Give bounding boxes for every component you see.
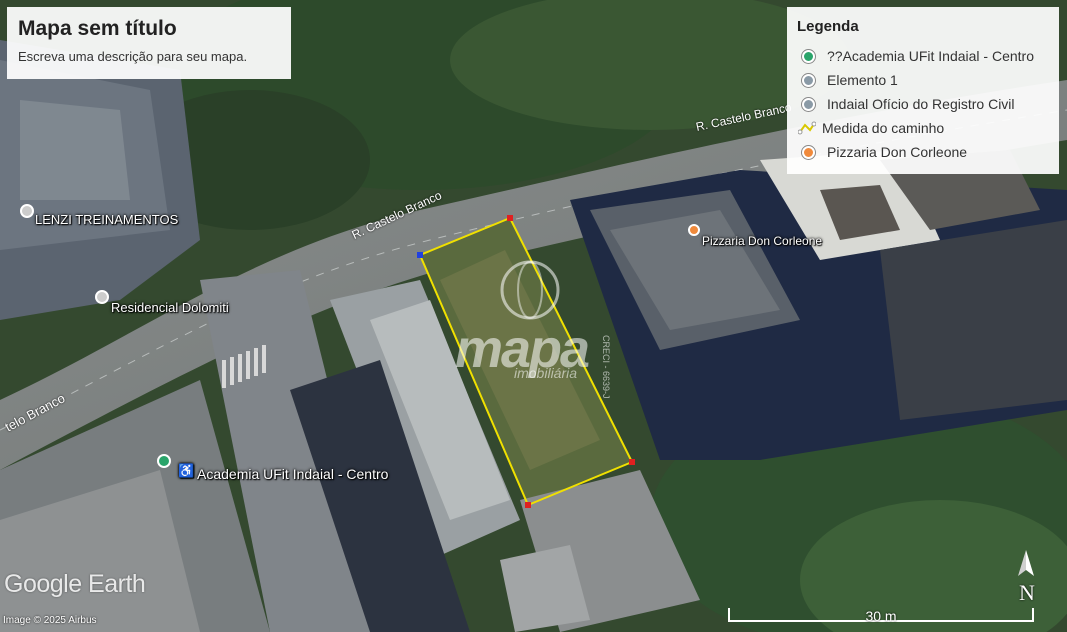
scale-bar: 30 m xyxy=(728,608,1036,624)
map-description: Escreva uma descrição para seu mapa. xyxy=(18,49,248,64)
legend-item-label: Medida do caminho xyxy=(822,120,945,136)
compass-label: N xyxy=(1019,580,1035,605)
north-arrow-icon xyxy=(1018,550,1034,576)
pin-icon xyxy=(802,49,815,63)
scale-label: 30 m xyxy=(865,608,897,624)
pin-icon xyxy=(802,145,815,159)
place-label-academia[interactable]: Academia UFit Indaial - Centro xyxy=(197,466,388,482)
pin-icon xyxy=(802,73,815,87)
pin-icon[interactable] xyxy=(688,224,700,236)
map-title-panel[interactable]: Mapa sem título Escreva uma descrição pa… xyxy=(7,7,291,79)
place-label-pizzaria[interactable]: Pizzaria Don Corleone xyxy=(702,234,822,248)
legend-title: Legenda xyxy=(797,18,859,35)
compass[interactable]: N xyxy=(1014,548,1038,606)
legend-item-label: ??Academia UFit Indaial - Centro xyxy=(827,48,1034,64)
legend-item-label: Pizzaria Don Corleone xyxy=(827,144,968,160)
legend-item-medida[interactable]: Medida do caminho xyxy=(797,116,1049,140)
legend-item-pizzaria[interactable]: Pizzaria Don Corleone xyxy=(797,140,1049,164)
place-label-dolomiti[interactable]: Residencial Dolomiti xyxy=(111,300,229,315)
legend-panel: Legenda ??Academia UFit Indaial - Centro… xyxy=(787,7,1059,174)
watermark-side-text: CRECI - 6639-J xyxy=(601,335,611,399)
wheelchair-icon: ♿ xyxy=(178,463,195,478)
map-title: Mapa sem título xyxy=(18,17,177,40)
pin-icon xyxy=(802,97,815,111)
path-icon xyxy=(798,121,816,135)
imagery-credit: Image © 2025 Airbus xyxy=(3,615,97,626)
legend-item-academia[interactable]: ??Academia UFit Indaial - Centro xyxy=(797,44,1049,68)
legend-item-label: Elemento 1 xyxy=(827,72,898,88)
watermark-subtitle: imobiliária xyxy=(514,365,578,381)
pin-icon[interactable] xyxy=(95,290,109,304)
google-earth-logo: Google Earth xyxy=(4,570,146,598)
pin-icon[interactable] xyxy=(20,204,34,218)
legend-item-registro[interactable]: Indaial Ofício do Registro Civil xyxy=(797,92,1049,116)
legend-item-label: Indaial Ofício do Registro Civil xyxy=(827,96,1015,112)
pin-icon[interactable] xyxy=(157,454,171,468)
legend-item-elemento[interactable]: Elemento 1 xyxy=(797,68,1049,92)
place-label-lenzi[interactable]: LENZI TREINAMENTOS xyxy=(35,212,178,227)
